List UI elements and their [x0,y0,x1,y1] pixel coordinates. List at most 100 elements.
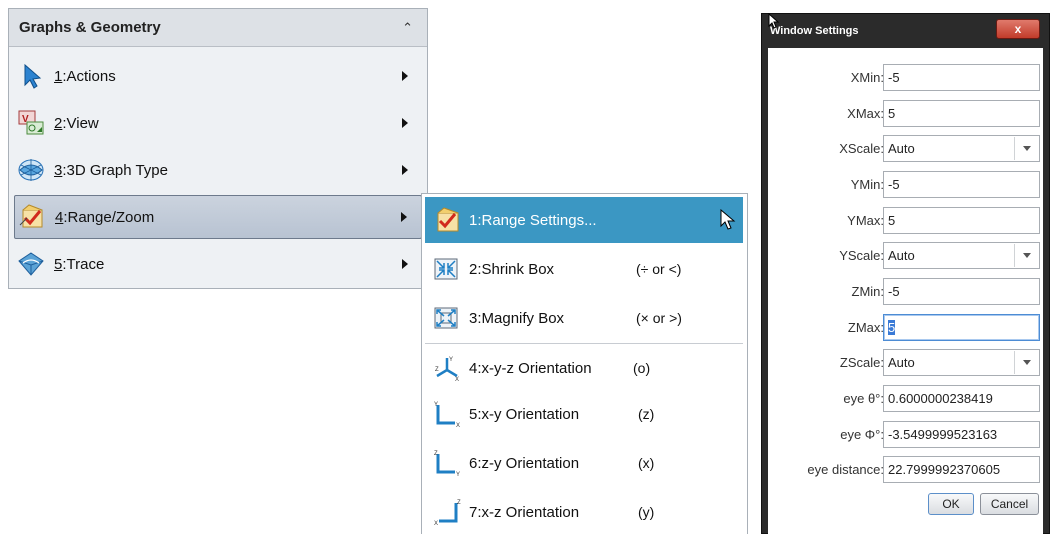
submenu-item-range-settings[interactable]: 1:Range Settings... [425,197,743,243]
yscale-value: Auto [888,248,915,263]
ok-button[interactable]: OK [928,493,974,515]
svg-text:X: X [434,521,438,526]
magnify-box-icon [434,307,458,329]
svg-text:Y: Y [434,402,438,408]
xmin-field[interactable]: -5 [883,64,1040,91]
xmax-field[interactable]: 5 [883,100,1040,127]
eye-distance-field[interactable]: 22.7999992370605 [883,456,1040,483]
trace-icon [18,252,44,276]
close-button[interactable]: x [996,19,1040,39]
submenu-item-label: 1:Range Settings... [469,211,597,229]
xmin-row: XMin: -5 [768,64,1043,92]
eye-theta-label: eye θ°: [843,391,884,406]
menu-item-3d-graph-type[interactable]: 3:3D Graph Type [14,148,422,192]
submenu-separator [425,343,743,344]
zscale-row: ZScale: Auto [768,349,1043,377]
svg-text:Z: Z [435,367,439,373]
yscale-row: YScale: Auto [768,242,1043,270]
submenu-item-label: 3:Magnify Box [469,309,565,327]
menu-item-label: :Trace [62,255,105,273]
menu-item-label: :Range/Zoom [63,208,155,226]
svg-text:Y: Y [449,357,453,363]
menu-item-view[interactable]: V 2:View [14,101,422,145]
svg-text:Z: Z [434,451,438,457]
dialog-titlebar[interactable]: Window Settings x [762,14,1049,48]
submenu-arrow-icon [402,165,408,175]
range-zoom-submenu: 1:Range Settings... 2:Shrink Box (÷ or <… [421,193,748,534]
menu-item-actions[interactable]: 1:Actions [14,54,422,98]
collapse-chevron-icon[interactable]: ⌃︎ [402,20,413,36]
menu-item-label: :View [62,114,99,132]
3d-graph-type-icon [18,159,44,181]
submenu-item-shortcut: (z) [638,406,655,422]
ymax-label: YMax: [847,213,884,228]
submenu-item-magnify-box[interactable]: 3:Magnify Box (× or >) [425,295,743,341]
menu-item-label: :Actions [62,67,116,85]
zscale-value: Auto [888,355,915,370]
yscale-select[interactable]: Auto [883,242,1040,269]
close-icon: x [1014,22,1022,36]
chevron-down-icon[interactable] [1014,137,1038,160]
svg-text:X: X [455,377,459,382]
submenu-item-xy-orientation[interactable]: Y X 5:x-y Orientation (z) [425,391,743,437]
zmax-row: ZMax: 5 [768,314,1043,342]
xscale-value: Auto [888,141,915,156]
submenu-item-shrink-box[interactable]: 2:Shrink Box (÷ or <) [425,246,743,292]
view-icon: V [18,110,44,135]
submenu-arrow-icon [402,71,408,81]
menu-item-label: :3D Graph Type [62,161,168,179]
submenu-item-shortcut: (x) [638,455,655,471]
chevron-down-icon[interactable] [1014,351,1038,374]
eye-theta-field[interactable]: 0.6000000238419 [883,385,1040,412]
xmin-label: XMin: [850,70,884,85]
eye-phi-label: eye Φ°: [840,427,884,442]
eye-phi-field[interactable]: -3.5499999523163 [883,421,1040,448]
ymax-field[interactable]: 5 [883,207,1040,234]
shrink-box-icon [434,258,458,280]
zscale-select[interactable]: Auto [883,349,1040,376]
cancel-button[interactable]: Cancel [980,493,1039,515]
range-settings-icon [437,207,459,232]
submenu-item-shortcut: (y) [638,504,655,520]
eye-distance-label: eye distance: [807,462,884,477]
eye-distance-row: eye distance: 22.7999992370605 [768,456,1043,484]
dialog-body: XMin: -5 XMax: 5 XScale: Auto YMin: -5 Y… [768,48,1043,534]
submenu-item-shortcut: (o) [633,360,651,376]
svg-text:Y: Y [456,472,460,477]
chevron-down-icon[interactable] [1014,244,1038,267]
pointer-arrow-icon [24,63,42,89]
eye-theta-row: eye θ°: 0.6000000238419 [768,385,1043,413]
menu-item-range-zoom[interactable]: 4:Range/Zoom [14,195,422,239]
submenu-item-shortcut: (× or >) [636,310,682,326]
window-settings-dialog: Window Settings x XMin: -5 XMax: 5 XScal… [761,13,1050,534]
zmax-field[interactable]: 5 [883,314,1040,341]
dialog-title: Window Settings [770,25,859,37]
xy-orientation-icon: Y X [434,402,460,428]
submenu-item-shortcut: (÷ or <) [636,261,682,277]
xscale-label: XScale: [839,141,884,156]
xyz-orientation-icon: Y Z X [435,357,459,382]
submenu-item-zy-orientation[interactable]: Z Y 6:z-y Orientation (x) [425,440,743,486]
menu-title: Graphs & Geometry [19,19,161,36]
xmax-label: XMax: [847,106,884,121]
zmax-selected-text: 5 [888,320,896,335]
zscale-label: ZScale: [839,355,884,370]
menu-item-trace[interactable]: 5:Trace [14,242,422,286]
zmin-field[interactable]: -5 [883,278,1040,305]
xz-orientation-icon: Z X [434,500,461,526]
submenu-item-xyz-orientation[interactable]: Y Z X 4:x-y-z Orientation (o) [425,345,743,391]
zy-orientation-icon: Z Y [434,451,460,477]
menu-header[interactable]: Graphs & Geometry ⌃︎ [9,9,427,47]
xscale-row: XScale: Auto [768,135,1043,163]
ymin-field[interactable]: -5 [883,171,1040,198]
cursor-arrow-icon [768,13,780,29]
xscale-select[interactable]: Auto [883,135,1040,162]
ymax-row: YMax: 5 [768,207,1043,235]
yscale-label: YScale: [839,248,884,263]
zmax-label: ZMax: [847,320,884,335]
submenu-arrow-icon [402,118,408,128]
submenu-arrow-icon [402,259,408,269]
graphs-geometry-menu: Graphs & Geometry ⌃︎ 1:Actions V 2:View … [8,8,428,289]
submenu-item-xz-orientation[interactable]: Z X 7:x-z Orientation (y) [425,489,743,534]
eye-phi-row: eye Φ°: -3.5499999523163 [768,421,1043,449]
